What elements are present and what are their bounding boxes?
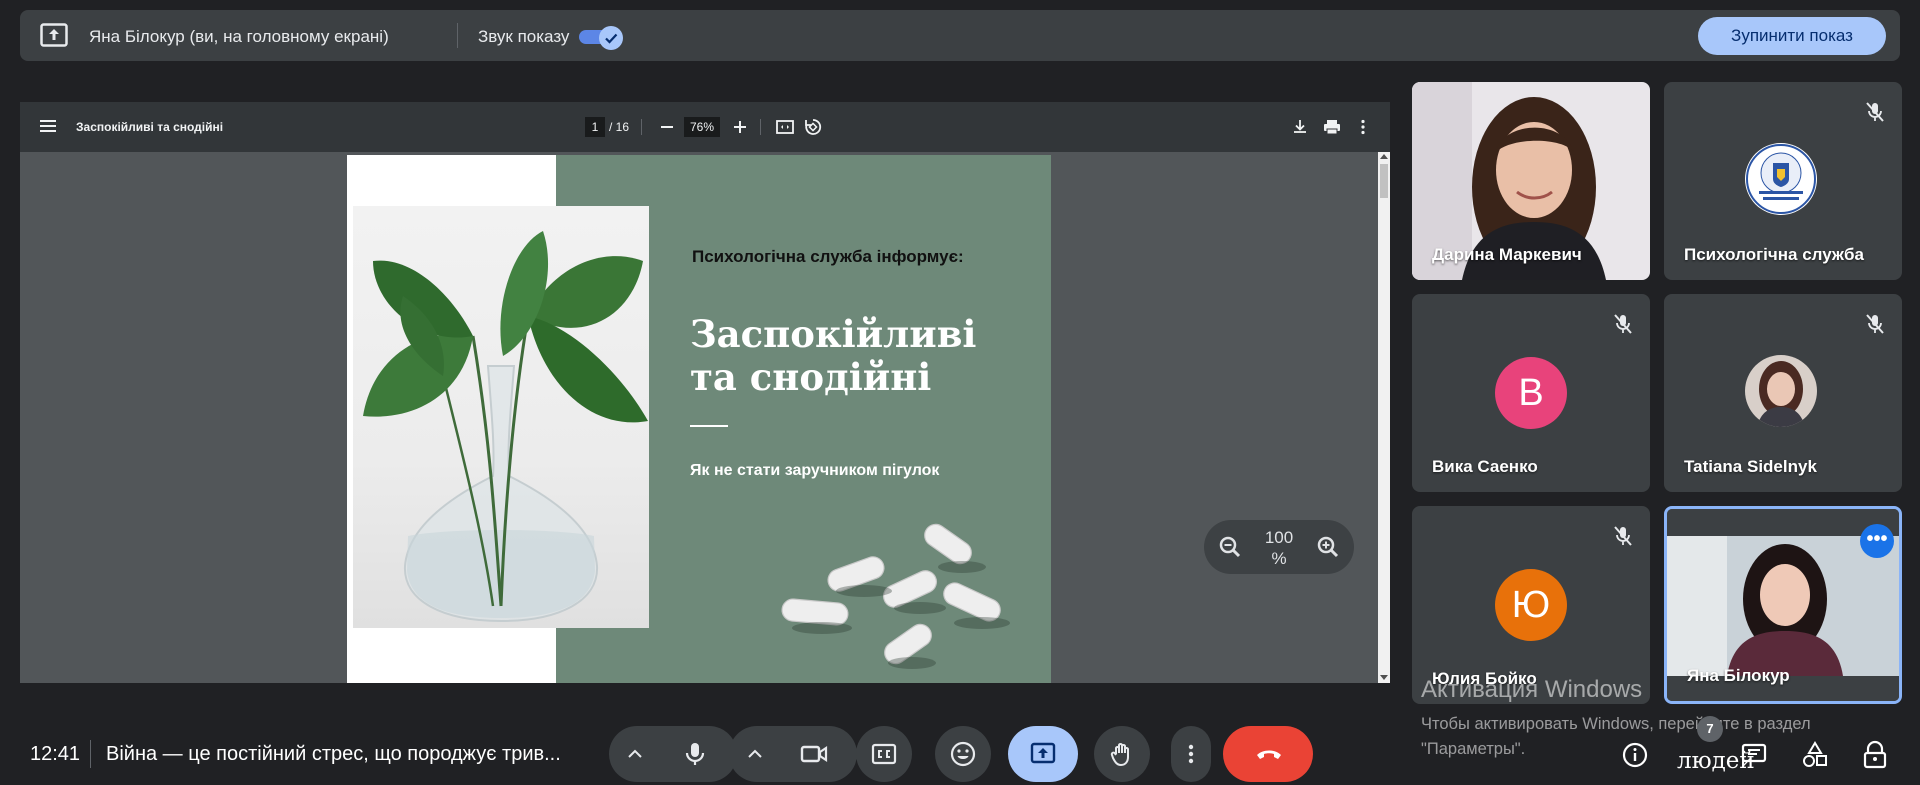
camera-control <box>729 726 857 782</box>
document-title: Заспокійливі та снодійні <box>76 120 224 134</box>
people-count-badge: 7 <box>1697 716 1723 742</box>
zoom-value-unit: % <box>1271 549 1287 568</box>
divider <box>760 119 761 135</box>
scroll-up-arrow[interactable] <box>1380 154 1388 159</box>
zoom-out-icon[interactable] <box>1218 535 1242 559</box>
participant-name: Вика Саенко <box>1432 457 1538 476</box>
zoom-input[interactable]: 76% <box>684 117 720 137</box>
microphone-icon[interactable] <box>681 740 709 768</box>
end-call-icon <box>1257 750 1281 759</box>
sound-label: Звук показу <box>478 27 570 46</box>
page-number-input[interactable]: 1 <box>585 117 605 137</box>
sound-toggle[interactable] <box>579 26 623 50</box>
present-button[interactable] <box>1008 726 1078 782</box>
captions-button[interactable] <box>856 726 912 782</box>
participant-name: Дарина Маркевич <box>1432 245 1582 264</box>
microphone-control <box>609 726 737 782</box>
end-call-button[interactable] <box>1223 726 1313 782</box>
divider <box>90 740 91 768</box>
camera-icon[interactable] <box>799 740 829 768</box>
windows-activation-title: Активация Windows <box>1421 676 1643 703</box>
raise-hand-button[interactable] <box>1094 726 1150 782</box>
plant-vase-image <box>353 206 649 628</box>
meeting-title: Війна — це постійний стрес, що породжує … <box>106 743 561 765</box>
vertical-scrollbar[interactable] <box>1378 152 1390 683</box>
participant-tile-self[interactable]: ••• Яна Білокур <box>1664 506 1902 704</box>
captions-icon <box>871 743 897 765</box>
pdf-toolbar: Заспокійливі та снодійні 1 / 16 76% <box>20 102 1390 152</box>
print-icon[interactable] <box>1322 117 1342 137</box>
emoji-icon <box>950 741 976 767</box>
plant-illustration <box>363 231 648 623</box>
participant-tile[interactable]: Психологічна служба <box>1664 82 1902 280</box>
fit-page-icon[interactable] <box>775 117 795 137</box>
more-vert-icon[interactable] <box>1353 117 1373 137</box>
avatar <box>1745 143 1817 215</box>
pills-image <box>781 523 1010 669</box>
presentation-bar: Яна Білокур (ви, на головному екрані) Зв… <box>20 10 1900 61</box>
raise-hand-icon <box>1110 743 1129 767</box>
present-screen-icon <box>40 23 68 47</box>
participant-tile[interactable]: Tatiana Sidelnyk <box>1664 294 1902 492</box>
more-vert-icon <box>1188 744 1194 764</box>
divider-line <box>690 425 728 427</box>
chevron-up-icon[interactable] <box>743 742 767 766</box>
check-icon <box>605 33 618 44</box>
download-icon[interactable] <box>1290 117 1310 137</box>
mic-off-icon <box>1614 526 1632 546</box>
participant-tile[interactable]: В Вика Саенко <box>1412 294 1650 492</box>
participant-name: Психологічна служба <box>1684 245 1864 264</box>
zoom-in-icon[interactable] <box>1316 535 1340 559</box>
more-options-icon[interactable]: ••• <box>1860 524 1894 558</box>
reactions-button[interactable] <box>935 726 991 782</box>
toggle-knob <box>599 26 623 50</box>
participant-tile[interactable]: Ю Юлия Бойко <box>1412 506 1650 704</box>
divider <box>641 119 642 135</box>
pdf-page: Психологічна служба інформує: Заспокійли… <box>347 155 1051 683</box>
menu-icon[interactable] <box>40 119 56 133</box>
chevron-up-icon[interactable] <box>623 742 647 766</box>
host-controls-icon[interactable] <box>1860 740 1890 770</box>
stop-presenting-button[interactable]: Зупинити показ <box>1698 17 1886 55</box>
avatar: Ю <box>1495 569 1567 641</box>
scrollbar-thumb[interactable] <box>1380 164 1388 198</box>
avatar: В <box>1495 357 1567 429</box>
participant-tile[interactable]: Дарина Маркевич <box>1412 82 1650 280</box>
participant-name: Яна Білокур <box>1687 666 1790 685</box>
presenter-label: Яна Білокур (ви, на головному екрані) <box>89 27 389 46</box>
mic-off-icon <box>1866 314 1884 334</box>
psychology-service-logo <box>1746 144 1816 214</box>
present-icon <box>1030 742 1056 764</box>
avatar-photo <box>1745 355 1817 427</box>
scroll-down-arrow[interactable] <box>1380 675 1388 680</box>
zoom-in-icon[interactable] <box>730 117 750 137</box>
rotate-icon[interactable] <box>803 117 823 137</box>
avatar <box>1745 355 1817 427</box>
zoom-value: 100 % <box>1254 527 1304 569</box>
slide-tagline: Як не стати заручником пігулок <box>690 462 940 479</box>
slide-headline: Заспокійливі та снодійні <box>690 312 977 399</box>
clock: 12:41 <box>30 743 81 765</box>
info-icon[interactable] <box>1620 740 1650 770</box>
activities-icon[interactable] <box>1800 740 1830 770</box>
slide-subtitle: Психологічна служба інформує: <box>692 247 964 266</box>
zoom-value-number: 100 <box>1264 528 1294 547</box>
chat-icon[interactable] <box>1739 740 1769 770</box>
mic-off-icon <box>1614 314 1632 334</box>
participant-name: Tatiana Sidelnyk <box>1684 457 1817 476</box>
zoom-out-icon[interactable] <box>657 117 677 137</box>
mic-off-icon <box>1866 102 1884 122</box>
zoom-control: 100 % <box>1204 520 1354 574</box>
pdf-viewer: Заспокійливі та снодійні 1 / 16 76% Псих… <box>20 102 1390 683</box>
page-total: / 16 <box>609 120 630 134</box>
more-options-button[interactable] <box>1171 726 1211 782</box>
